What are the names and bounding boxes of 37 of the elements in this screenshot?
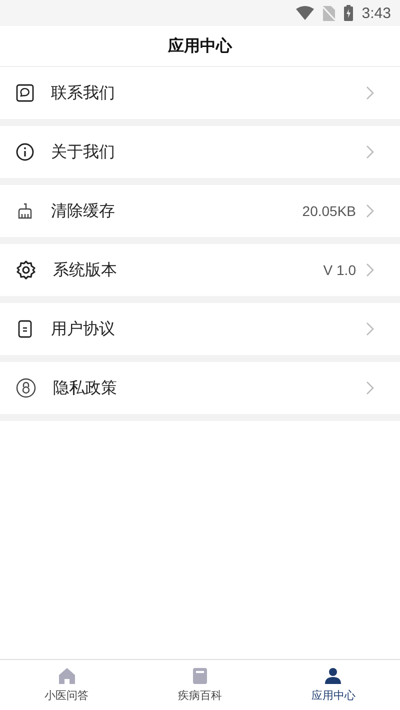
menu-label: 关于我们 [51,142,116,162]
menu-label: 隐私政策 [53,378,118,398]
chevron-right-icon [366,204,374,218]
menu-value: 20.05KB [302,203,356,219]
wifi-icon [296,6,314,20]
chevron-right-icon [366,263,374,277]
home-icon [58,667,76,685]
nav-tab[interactable]: 应用中心 [266,660,400,710]
menu-item[interactable]: 联系我们 [0,67,400,119]
menu-label: 系统版本 [53,260,118,280]
status-time: 3:43 [362,4,391,22]
menu-item[interactable]: 隐私政策 [0,362,400,414]
menu-item[interactable]: 清除缓存 20.05KB [0,185,400,237]
nav-tab[interactable]: 疾病百科 [133,660,267,710]
menu-value: V 1.0 [323,262,356,278]
chevron-right-icon [366,381,374,395]
chat-icon [16,84,34,102]
nav-tab[interactable]: 小医问答 [0,660,134,710]
person-icon [324,667,342,685]
chevron-right-icon [366,86,374,100]
lock-icon [16,378,36,398]
menu-item[interactable]: 用户协议 [0,303,400,355]
page-title: 应用中心 [168,36,232,56]
chevron-right-icon [366,145,374,159]
menu-label: 清除缓存 [51,200,116,222]
menu-label: 用户协议 [51,318,116,340]
chevron-right-icon [366,322,374,336]
menu-item[interactable]: 关于我们 [0,126,400,178]
menu-label: 联系我们 [51,82,116,104]
info-icon [16,143,34,161]
no-sim-icon [322,6,335,20]
gear-icon [16,260,36,280]
document-icon [16,320,34,338]
menu-item[interactable]: 系统版本 V 1.0 [0,244,400,296]
book-icon [190,667,209,685]
battery-charging-icon [344,5,353,21]
broom-icon [16,202,34,220]
